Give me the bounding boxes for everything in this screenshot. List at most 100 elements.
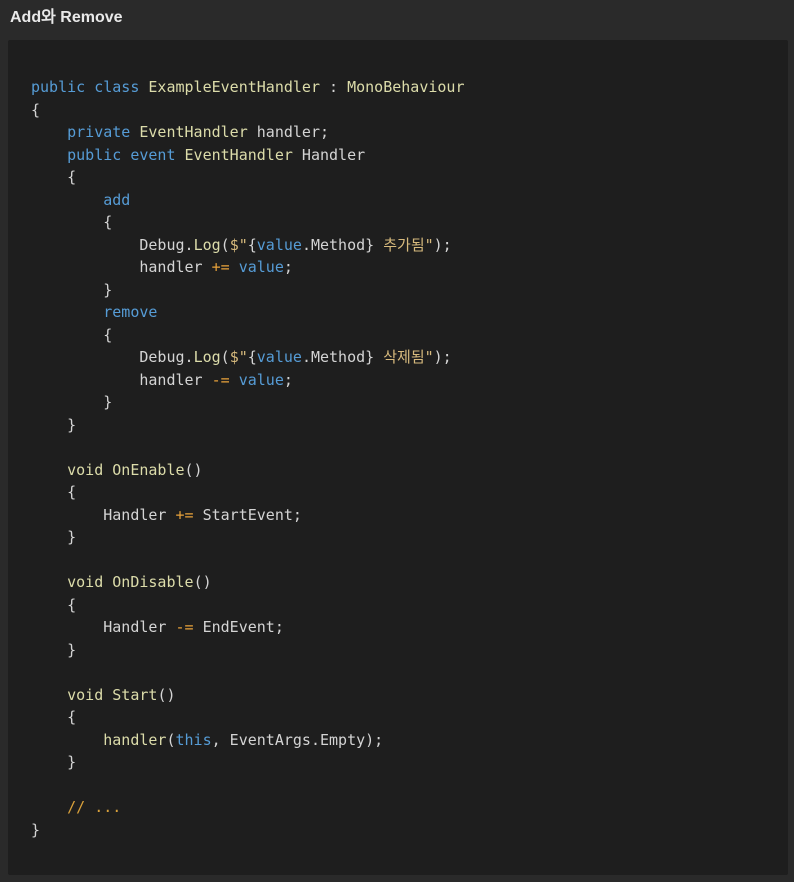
code-token: this — [175, 730, 212, 749]
code-line: private EventHandler handler; — [31, 121, 465, 144]
code-token: 추가됨" — [374, 235, 434, 254]
code-token: value — [238, 258, 284, 276]
code-token: ( — [166, 730, 176, 749]
code-token: handler — [31, 370, 212, 389]
code-line: } — [31, 391, 465, 414]
code-token: Handler — [31, 505, 176, 524]
code-line: { — [31, 211, 465, 234]
code-token: { — [247, 235, 257, 254]
code-line: { — [31, 706, 465, 729]
code-token: void — [67, 460, 104, 479]
code-token: } — [31, 393, 113, 411]
code-line: Handler -= EndEvent; — [31, 616, 465, 639]
code-line: handler += value; — [31, 256, 465, 279]
code-line: public event EventHandler Handler — [31, 144, 465, 167]
code-line: } — [31, 414, 465, 437]
code-line: public class ExampleEventHandler : MonoB… — [31, 76, 465, 99]
code-line: add — [31, 189, 465, 212]
code-line: void Start() — [31, 684, 465, 707]
code-token: value — [256, 235, 302, 254]
code-token: Log — [193, 348, 221, 366]
code-line: } — [31, 279, 465, 302]
code-token: .Method} — [301, 235, 375, 254]
code-token: OnDisable — [112, 573, 194, 591]
code-token: ; — [283, 370, 293, 389]
code-token: handler; — [247, 123, 330, 141]
code-token: ); — [433, 348, 452, 366]
code-token: { — [247, 348, 257, 366]
code-token: { — [31, 483, 77, 501]
code-token: $" — [229, 348, 248, 366]
code-line: remove — [31, 301, 465, 324]
code-token: ( — [220, 235, 230, 254]
code-token: ); — [433, 235, 452, 254]
code-line: handler -= value; — [31, 369, 465, 392]
code-token: EventHandler — [184, 145, 293, 164]
code-token: $" — [229, 235, 248, 254]
code-token: Log — [193, 235, 221, 254]
code-token: { — [31, 213, 113, 231]
code-token: , EventArgs.Empty); — [211, 730, 384, 749]
code-token: Handler — [292, 145, 366, 164]
section-title: Add와 Remove — [10, 9, 123, 26]
code-token: 삭제됨" — [374, 348, 434, 366]
code-token: public — [67, 145, 122, 164]
code-line: Handler += StartEvent; — [31, 504, 465, 527]
code-token: public — [31, 78, 86, 96]
code-token: -= — [211, 370, 230, 389]
code-token: event — [130, 145, 176, 164]
page: Add와 Remove public class ExampleEventHan… — [0, 0, 794, 882]
code-token: Start — [112, 685, 158, 704]
code-token: handler — [103, 730, 167, 749]
code-token: : — [329, 78, 339, 96]
code-line: ​ — [31, 436, 465, 459]
code-token: } — [31, 280, 113, 299]
code-token: StartEvent; — [193, 505, 302, 524]
code-line: handler(this, EventArgs.Empty); — [31, 729, 465, 752]
code-token: // ... — [67, 798, 122, 816]
code-token: EndEvent; — [193, 618, 284, 636]
code-block[interactable]: public class ExampleEventHandler : MonoB… — [8, 40, 788, 875]
code-token: } — [31, 820, 41, 839]
code-token: { — [31, 325, 113, 344]
code-token: ExampleEventHandler — [148, 78, 320, 96]
code-token: -= — [175, 618, 194, 636]
code-token: handler — [31, 258, 212, 276]
code-token: } — [31, 640, 77, 659]
code-token: { — [31, 595, 77, 614]
code-line: } — [31, 526, 465, 549]
code-token: } — [31, 753, 77, 771]
code-line: { — [31, 99, 465, 122]
code-lines: public class ExampleEventHandler : MonoB… — [31, 76, 465, 841]
code-token: () — [157, 685, 176, 704]
code-line: { — [31, 481, 465, 504]
code-token: remove — [103, 303, 158, 321]
code-token: OnEnable — [112, 460, 185, 479]
code-token: += — [211, 258, 230, 276]
code-line: { — [31, 166, 465, 189]
code-token: void — [67, 685, 104, 704]
code-line: Debug.Log($"{value.Method} 추가됨"); — [31, 234, 465, 257]
code-token: void — [67, 573, 104, 591]
code-token: Debug. — [31, 235, 194, 254]
code-line: { — [31, 324, 465, 347]
code-token: EventHandler — [139, 123, 248, 141]
code-line: void OnEnable() — [31, 459, 465, 482]
code-line: ​ — [31, 661, 465, 684]
